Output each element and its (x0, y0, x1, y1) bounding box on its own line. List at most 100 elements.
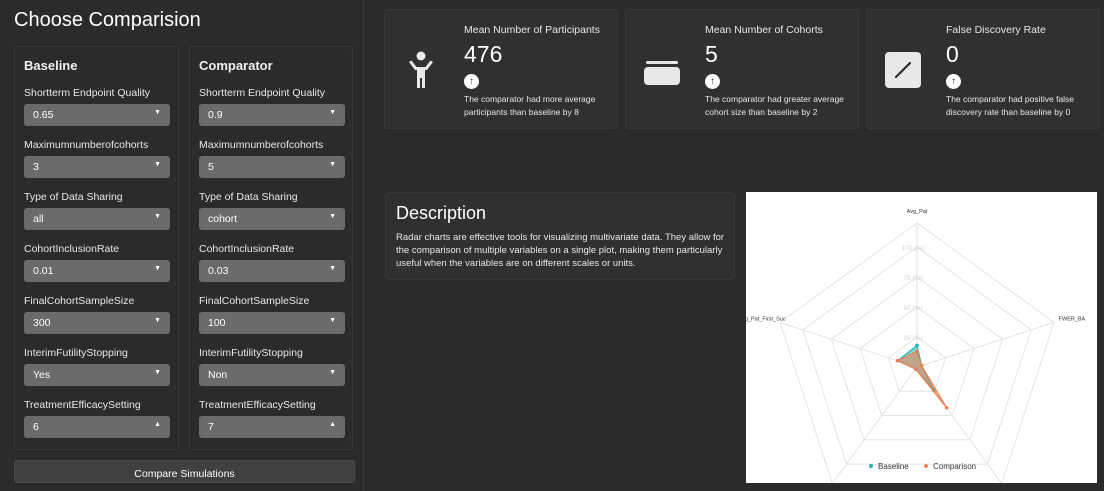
comparator-field-label: Type of Data Sharing (199, 191, 298, 203)
baseline-field-label: InterimFutilityStopping (24, 347, 128, 359)
radar-spoke (916, 322, 1055, 368)
baseline-field-value: 6 (33, 421, 39, 433)
description-body: Radar charts are effective tools for vis… (396, 232, 725, 269)
baseline-field-value: 0.01 (33, 265, 54, 277)
caret-up-icon: ▲ (154, 421, 161, 428)
comparator-panel: Comparator Shortterm Endpoint Quality 0.9… (189, 46, 353, 450)
comparator-field-value: cohort (208, 213, 238, 225)
baseline-field-value: all (33, 213, 44, 225)
radar-point (915, 343, 919, 348)
radar-chart: 25 (%)50 (%)75 (%)100 (%)Avg_PatFWER_BAD… (746, 192, 1097, 483)
comparator-field-label: FinalCohortSampleSize (199, 295, 310, 307)
slash-icon (885, 52, 921, 88)
participants-title: Mean Number of Participants (464, 24, 600, 36)
comparator-field-value: 0.9 (208, 109, 223, 121)
radar-point (895, 358, 900, 363)
fdr-card: False Discovery Rate 0 ↑ The comparator … (866, 9, 1100, 129)
baseline-field-select[interactable]: 300 ▼ (24, 312, 170, 334)
caret-down-icon: ▼ (329, 369, 336, 376)
baseline-field-select[interactable]: 0.65 ▼ (24, 104, 170, 126)
person-icon (409, 51, 433, 88)
legend-swatch (869, 464, 873, 468)
baseline-field-select[interactable]: 3 ▼ (24, 156, 170, 178)
comparator-field-value: 0.03 (208, 265, 229, 277)
comparator-field-label: Shortterm Endpoint Quality (199, 87, 326, 99)
participants-description: The comparator had more average particip… (464, 94, 596, 117)
caret-down-icon: ▼ (329, 265, 336, 272)
radar-axis-label: FWER_BA (1059, 317, 1086, 323)
radar-chart-svg: 25 (%)50 (%)75 (%)100 (%)Avg_PatFWER_BAD… (746, 209, 1086, 483)
comparator-field-value: Non (208, 369, 228, 381)
baseline-field-label: FinalCohortSampleSize (24, 295, 135, 307)
baseline-field-select[interactable]: all ▼ (24, 208, 170, 230)
sidebar-title: Choose Comparision (14, 9, 201, 31)
legend-label: Baseline (878, 462, 909, 471)
comparator-field-select[interactable]: Non ▼ (199, 364, 345, 386)
baseline-field-label: Shortterm Endpoint Quality (24, 87, 151, 99)
arrow-up-icon: ↑ (705, 74, 720, 89)
radar-point (919, 363, 924, 368)
baseline-field-label: Type of Data Sharing (24, 191, 123, 203)
caret-down-icon: ▼ (154, 317, 161, 324)
comparator-field-value: 7 (208, 421, 214, 433)
baseline-field-value: Yes (33, 369, 51, 381)
comparator-field-select[interactable]: 0.9 ▼ (199, 104, 345, 126)
radar-ring-label: 75 (%) (903, 275, 922, 282)
radar-axis-label: Avg_Pat (907, 209, 928, 215)
radar-point (913, 367, 918, 371)
caret-up-icon: ▲ (329, 421, 336, 428)
radar-point (944, 405, 949, 410)
arrow-up-icon: ↑ (946, 74, 961, 89)
baseline-field-value: 3 (33, 161, 39, 173)
comparator-field-label: TreatmentEfficacySetting (199, 399, 316, 411)
compare-simulations-button[interactable]: Compare Simulations (14, 460, 355, 483)
baseline-field-select[interactable]: 0.01 ▼ (24, 260, 170, 282)
radar-point (915, 349, 919, 354)
comparator-title: Comparator (199, 58, 273, 73)
baseline-field-value: 300 (33, 317, 51, 329)
participants-card: Mean Number of Participants 476 ↑ The co… (384, 9, 618, 129)
radar-ring-label: 100 (%) (902, 245, 925, 252)
comparator-field-select[interactable]: 100 ▼ (199, 312, 345, 334)
comparator-field-select[interactable]: cohort ▼ (199, 208, 345, 230)
radar-ring-label: 25 (%) (903, 335, 922, 342)
caret-down-icon: ▼ (329, 317, 336, 324)
baseline-field-label: TreatmentEfficacySetting (24, 399, 141, 411)
cohorts-value: 5 (705, 41, 718, 67)
fdr-value: 0 (946, 41, 959, 67)
participants-value: 476 (464, 41, 503, 67)
caret-down-icon: ▼ (329, 213, 336, 220)
comparator-field-label: Maximumnumberofcohorts (199, 139, 324, 151)
arrow-up-icon: ↑ (464, 74, 479, 89)
sidebar: Choose Comparision Baseline Shortterm En… (0, 0, 364, 491)
baseline-field-select[interactable]: Yes ▼ (24, 364, 170, 386)
fdr-description: The comparator had positive false discov… (946, 94, 1075, 117)
fdr-title: False Discovery Rate (946, 24, 1046, 36)
baseline-field-label: CohortInclusionRate (24, 243, 120, 255)
caret-down-icon: ▼ (329, 161, 336, 168)
description-title: Description (396, 203, 487, 223)
comparator-field-select[interactable]: 0.03 ▼ (199, 260, 345, 282)
baseline-field-label: Maximumnumberofcohorts (24, 139, 149, 151)
cohorts-icon (644, 61, 680, 85)
cohorts-title: Mean Number of Cohorts (705, 24, 823, 36)
legend-swatch (924, 464, 928, 468)
baseline-title: Baseline (24, 58, 78, 73)
cohorts-card: Mean Number of Cohorts 5 ↑ The comparato… (625, 9, 859, 129)
radar-axis-label: Avg_Pat_First_Suc (746, 317, 786, 323)
comparator-field-select[interactable]: 5 ▼ (199, 156, 345, 178)
radar-ring-label: 50 (%) (903, 305, 922, 312)
description-card: Description Radar charts are effective t… (385, 192, 735, 280)
comparator-field-label: CohortInclusionRate (199, 243, 295, 255)
cohorts-description: The comparator had greater average cohor… (705, 94, 844, 117)
baseline-panel: Baseline Shortterm Endpoint Quality 0.65 ▼… (14, 46, 179, 450)
baseline-field-select[interactable]: 6 ▲ (24, 416, 170, 438)
caret-down-icon: ▼ (154, 161, 161, 168)
baseline-field-value: 0.65 (33, 109, 54, 121)
comparator-field-value: 5 (208, 161, 214, 173)
comparator-field-select[interactable]: 7 ▲ (199, 416, 345, 438)
caret-down-icon: ▼ (154, 109, 161, 116)
comparator-field-value: 100 (208, 317, 226, 329)
caret-down-icon: ▼ (329, 109, 336, 116)
caret-down-icon: ▼ (154, 265, 161, 272)
